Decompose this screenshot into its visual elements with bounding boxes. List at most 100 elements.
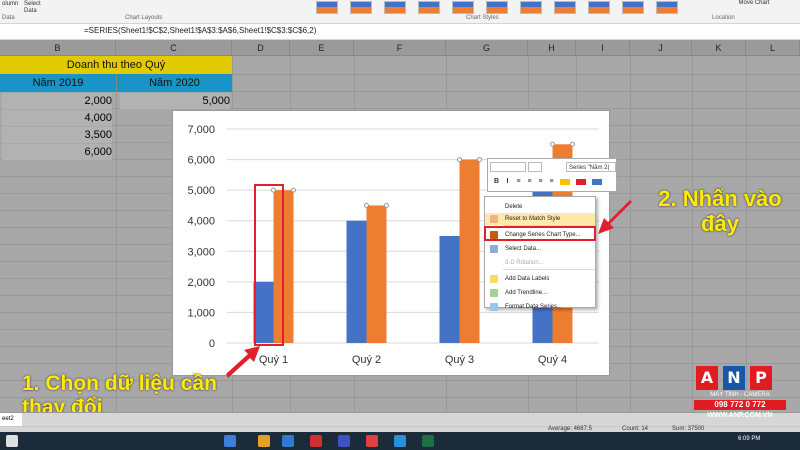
arrow-step1 xyxy=(226,346,260,378)
chart-style-swatch[interactable] xyxy=(554,1,576,14)
context-menu-item-icon xyxy=(490,275,498,283)
column-header-i[interactable]: I xyxy=(576,40,630,56)
bar-series1-2[interactable] xyxy=(346,220,367,343)
select-data-label-2: Data xyxy=(24,8,37,14)
taskbar-app-7-icon[interactable] xyxy=(394,435,406,447)
taskbar-app-5-icon[interactable] xyxy=(338,435,350,447)
chart-style-swatch[interactable] xyxy=(588,1,610,14)
cell-b3[interactable]: 2,000 xyxy=(2,93,112,109)
sheet-tabs-bar: eet2 Average: 4687.5 Count: 14 Sum: 3750… xyxy=(0,412,800,433)
column-header-d[interactable]: D xyxy=(232,40,290,56)
sheet-tab[interactable]: eet2 xyxy=(0,413,22,426)
y-tick-label: 0 xyxy=(209,338,215,350)
table-title-cell[interactable]: Doanh thu theo Quý xyxy=(0,56,232,74)
move-chart-label: Move Chart xyxy=(738,0,770,6)
context-menu-item-0[interactable]: Delete xyxy=(485,201,595,213)
cell-b4[interactable]: 4,000 xyxy=(2,110,112,126)
taskbar-app-6-icon[interactable] xyxy=(366,435,378,447)
cell-b6[interactable]: 6,000 xyxy=(2,144,112,160)
column-header-k[interactable]: K xyxy=(692,40,746,56)
chart-style-swatch[interactable] xyxy=(418,1,440,14)
column-header-c[interactable]: C xyxy=(116,40,232,56)
context-menu-item-3[interactable]: Select Data... xyxy=(485,243,595,255)
column-header-g[interactable]: G xyxy=(446,40,528,56)
selection-handle[interactable] xyxy=(384,202,389,208)
column-header-h[interactable]: H xyxy=(528,40,576,56)
taskbar-app-2-icon[interactable] xyxy=(258,435,270,447)
formula-bar[interactable]: =SERIES(Sheet1!$C$2,Sheet1!$A$3:$A$6,She… xyxy=(0,24,800,40)
anp-letter-p: P xyxy=(750,366,772,390)
select-data-label: Select xyxy=(24,1,41,7)
cell-b5[interactable]: 3,500 xyxy=(2,127,112,143)
mini-toolbar-color-button[interactable] xyxy=(592,179,602,185)
mini-toolbar-color-button[interactable] xyxy=(576,179,586,185)
selection-handle[interactable] xyxy=(457,157,462,163)
column-header-e[interactable]: E xyxy=(290,40,354,56)
series-selector[interactable]: Series "Năm 2( xyxy=(566,162,616,172)
taskbar-app-4-icon[interactable] xyxy=(310,435,322,447)
mini-toolbar-button[interactable]: ≡ xyxy=(514,177,523,187)
excel-taskbar-icon[interactable] xyxy=(422,435,434,447)
chart-style-swatch[interactable] xyxy=(486,1,508,14)
mini-toolbar-button[interactable]: ≡ xyxy=(525,177,534,187)
column-header-l[interactable]: L xyxy=(746,40,800,56)
windows-start-icon[interactable] xyxy=(6,435,18,447)
chart-style-swatch[interactable] xyxy=(384,1,406,14)
chart-style-swatch[interactable] xyxy=(452,1,474,14)
context-menu[interactable]: Delete Reset to Match Style Change Series … xyxy=(484,196,596,311)
y-tick-label: 6,000 xyxy=(187,155,215,167)
context-menu-item-label: Add Trendline... xyxy=(505,290,548,296)
ribbon: olumn Select Data Data Chart Layouts Char… xyxy=(0,0,800,24)
mini-toolbar-button[interactable]: I xyxy=(503,177,512,187)
cell-c3[interactable]: 5,000 xyxy=(120,93,230,109)
selected-series-highlight xyxy=(254,184,284,346)
y-tick-label: 3,000 xyxy=(187,246,215,258)
x-category-label: Quý 4 xyxy=(538,354,567,366)
selection-handle[interactable] xyxy=(291,187,296,193)
mini-toolbar-button[interactable]: ≡ xyxy=(547,177,556,187)
chart-style-swatch[interactable] xyxy=(316,1,338,14)
year-2019-header[interactable]: Năm 2019 xyxy=(0,74,116,92)
bar-series1-3[interactable] xyxy=(439,236,460,343)
context-menu-separator xyxy=(503,269,595,270)
context-menu-item-7[interactable]: Format Data Series... xyxy=(485,301,595,313)
mini-toolbar-button[interactable]: ≡ xyxy=(536,177,545,187)
context-menu-item-5[interactable]: Add Data Labels xyxy=(485,273,595,285)
anp-letter-n: N xyxy=(723,366,745,390)
data-group-label: Data xyxy=(2,15,15,21)
selection-handle[interactable] xyxy=(570,141,575,147)
taskbar-app-1-icon[interactable] xyxy=(224,435,236,447)
y-tick-label: 5,000 xyxy=(187,185,215,197)
chart-style-swatch[interactable] xyxy=(520,1,542,14)
context-menu-item-6[interactable]: Add Trendline... xyxy=(485,287,595,299)
chart-style-swatch[interactable] xyxy=(622,1,644,14)
chart-style-swatch[interactable] xyxy=(350,1,372,14)
selection-handle[interactable] xyxy=(477,157,482,163)
ribbon-left-button-1[interactable]: olumn xyxy=(2,1,18,8)
y-tick-label: 7,000 xyxy=(187,124,215,136)
bar-series2-2[interactable] xyxy=(366,205,387,343)
bar-series2-3[interactable] xyxy=(459,159,480,343)
taskbar-app-3-icon[interactable] xyxy=(282,435,294,447)
year-2020-header[interactable]: Năm 2020 xyxy=(116,74,232,92)
format-mini-toolbar[interactable]: Series "Năm 2( B I ≡ ≡ ≡ ≡ xyxy=(487,158,617,192)
selection-handle[interactable] xyxy=(364,202,369,208)
column-header-b[interactable]: B xyxy=(0,40,116,56)
context-menu-item-1[interactable]: Reset to Match Style xyxy=(485,213,595,225)
mini-toolbar-color-button[interactable] xyxy=(560,179,570,185)
font-name-box[interactable] xyxy=(490,162,526,172)
mini-toolbar-button[interactable]: B xyxy=(492,177,501,187)
y-tick-label: 4,000 xyxy=(187,216,215,228)
selection-handle[interactable] xyxy=(550,141,555,147)
column-header-j[interactable]: J xyxy=(630,40,692,56)
anp-website: WWW.ANP.COM.VN xyxy=(707,412,773,419)
arrow-step2 xyxy=(598,200,632,234)
font-size-box[interactable] xyxy=(528,162,542,172)
column-header-f[interactable]: F xyxy=(354,40,446,56)
chart-styles-label: Chart Styles xyxy=(466,15,499,21)
column-headers: BCDEFGHIJKL xyxy=(0,40,800,56)
select-data-button[interactable]: Select Data xyxy=(24,1,41,15)
move-chart-button[interactable]: Move Chart xyxy=(736,0,772,15)
formula-text[interactable]: =SERIES(Sheet1!$C$2,Sheet1!$A$3:$A$6,She… xyxy=(84,26,316,35)
chart-style-swatch[interactable] xyxy=(656,1,678,14)
